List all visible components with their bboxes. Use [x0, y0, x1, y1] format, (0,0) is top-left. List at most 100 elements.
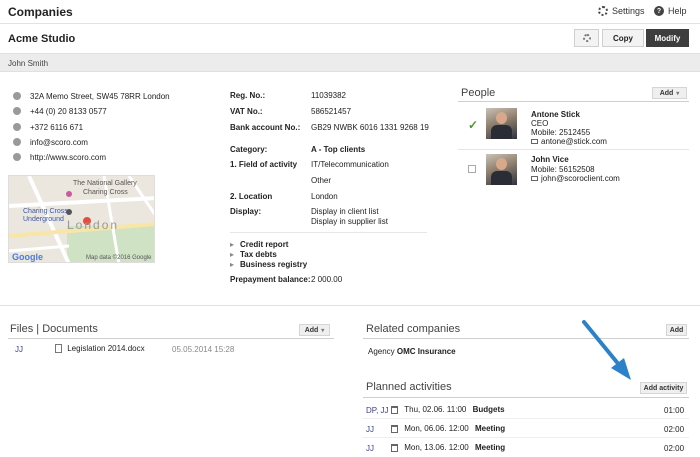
person-email[interactable]: antone@stick.com	[541, 137, 607, 146]
display-value-2: Display in supplier list	[311, 217, 388, 226]
bank-account-label: Bank account No.:	[230, 123, 301, 132]
mobile-text[interactable]: +372 6116 671	[30, 123, 83, 132]
add-related-company-button[interactable]: Add	[666, 324, 687, 336]
address-line: 32A Memo Street, SW45 78RR London	[13, 90, 170, 102]
phone-icon	[13, 107, 21, 115]
contact-person-name[interactable]: John Smith	[8, 59, 48, 68]
file-owner-initials: JJ	[15, 345, 23, 354]
mobile-phone-icon	[13, 123, 21, 131]
page-title: Companies	[8, 5, 73, 19]
details-divider	[230, 232, 427, 233]
person-email-line: john@scoroclient.com	[531, 174, 620, 183]
add-file-button[interactable]: Add ▾	[299, 324, 330, 336]
activity-row-divider	[363, 418, 689, 419]
checkmark-icon[interactable]: ✓	[468, 118, 478, 132]
people-title: People	[461, 87, 496, 99]
reg-no-value: 11039382	[311, 91, 346, 100]
phone-text[interactable]: +44 (0) 20 8133 0577	[30, 107, 107, 116]
bank-account-value: GB29 NWBK 6016 1331 9268 19	[311, 123, 429, 132]
related-divider	[363, 338, 689, 339]
field-of-activity-label: 1. Field of activity	[230, 160, 298, 169]
files-title: Files | Documents	[10, 323, 98, 335]
address-text: 32A Memo Street, SW45 78RR London	[30, 91, 170, 101]
map-label-gallery: The National Gallery	[73, 180, 137, 187]
activity-initials: JJ	[366, 425, 374, 434]
related-company-row: Agency OMC Insurance	[368, 347, 456, 356]
vat-no-label: VAT No.:	[230, 107, 263, 116]
file-date: 05.05.2014 15:28	[172, 345, 235, 354]
copy-button[interactable]: Copy	[602, 29, 644, 47]
add-person-label: Add	[659, 89, 674, 97]
activity-name: Meeting	[474, 443, 506, 452]
settings-link[interactable]: Settings	[598, 6, 645, 16]
top-bar: Companies Settings ? Help	[0, 0, 700, 24]
location-value: London	[311, 192, 338, 201]
calendar-icon	[391, 405, 398, 414]
activity-date: Mon, 13.06. 12:00	[404, 443, 469, 452]
add-file-label: Add	[304, 326, 319, 334]
chevron-down-icon: ▾	[676, 90, 680, 97]
activity-date: Thu, 02.06. 11:00	[404, 405, 467, 414]
calendar-icon	[391, 443, 398, 452]
credit-report-toggle[interactable]: Credit report	[230, 240, 288, 249]
email-line: info@scoro.com	[13, 136, 88, 148]
field-of-activity-value-1: IT/Telecommunication	[311, 160, 389, 169]
display-label: Display:	[230, 207, 262, 216]
location-map[interactable]: The National Gallery Charing Cross Chari…	[8, 175, 155, 263]
map-label-london: London	[67, 218, 120, 232]
planned-activities-title: Planned activities	[366, 381, 452, 393]
related-company-name[interactable]: OMC Insurance	[397, 347, 456, 356]
person-email[interactable]: john@scoroclient.com	[541, 174, 620, 183]
people-divider	[458, 101, 689, 102]
related-companies-title: Related companies	[366, 323, 461, 335]
person-name[interactable]: Antone Stick	[531, 110, 580, 119]
person-email-line: antone@stick.com	[531, 137, 607, 146]
field-of-activity-value-2: Other	[311, 176, 332, 185]
activity-name: Meeting	[474, 424, 506, 433]
web-text[interactable]: http://www.scoro.com	[30, 153, 106, 162]
activity-initials: DP, JJ	[366, 406, 389, 415]
phone-line: +44 (0) 20 8133 0577	[13, 105, 107, 117]
calendar-icon	[391, 424, 398, 433]
vat-no-value: 586521457	[311, 107, 352, 116]
company-settings-button[interactable]	[574, 29, 599, 47]
section-divider	[0, 305, 700, 306]
activity-duration: 02:00	[664, 444, 685, 453]
modify-button[interactable]: Modify	[646, 29, 689, 47]
document-icon	[55, 344, 62, 354]
avatar	[486, 154, 517, 185]
activity-row[interactable]: Mon, 06.06. 12:00 Meeting	[391, 424, 505, 433]
email-text[interactable]: info@scoro.com	[30, 138, 88, 147]
person-mobile: Mobile: 56152508	[531, 165, 595, 174]
file-link[interactable]: Legislation 2014.docx	[55, 344, 145, 354]
person-checkbox[interactable]	[468, 165, 476, 173]
activity-initials: JJ	[366, 444, 374, 453]
map-label-charing-cross: Charing Cross	[83, 189, 128, 196]
contact-person-bar: John Smith	[0, 53, 700, 72]
person-mobile: Mobile: 2512455	[531, 128, 591, 137]
reg-no-label: Reg. No.:	[230, 91, 266, 100]
help-icon: ?	[654, 6, 664, 16]
activity-name: Budgets	[472, 405, 505, 414]
add-activity-button[interactable]: Add activity	[640, 382, 687, 394]
activity-duration: 02:00	[664, 425, 685, 434]
prepayment-value: 2 000.00	[311, 275, 343, 284]
tax-debts-toggle[interactable]: Tax debts	[230, 250, 277, 259]
avatar	[486, 108, 517, 139]
help-link[interactable]: ? Help	[654, 6, 687, 16]
activity-row[interactable]: Thu, 02.06. 11:00 Budgets	[391, 405, 505, 414]
business-registry-toggle[interactable]: Business registry	[230, 260, 307, 269]
settings-label: Settings	[612, 6, 645, 16]
category-value: A - Top clients	[311, 145, 366, 154]
help-label: Help	[668, 6, 687, 16]
person-name[interactable]: John Vice	[531, 155, 569, 164]
chevron-down-icon: ▾	[321, 327, 325, 334]
related-company-type: Agency	[368, 347, 395, 356]
activity-row[interactable]: Mon, 13.06. 12:00 Meeting	[391, 443, 505, 452]
web-line: http://www.scoro.com	[13, 151, 106, 163]
mail-icon	[531, 139, 538, 145]
activity-date: Mon, 06.06. 12:00	[404, 424, 469, 433]
map-attribution: Map data ©2016 Google	[86, 255, 152, 261]
mobile-line: +372 6116 671	[13, 121, 83, 133]
add-person-button[interactable]: Add ▾	[652, 87, 687, 99]
